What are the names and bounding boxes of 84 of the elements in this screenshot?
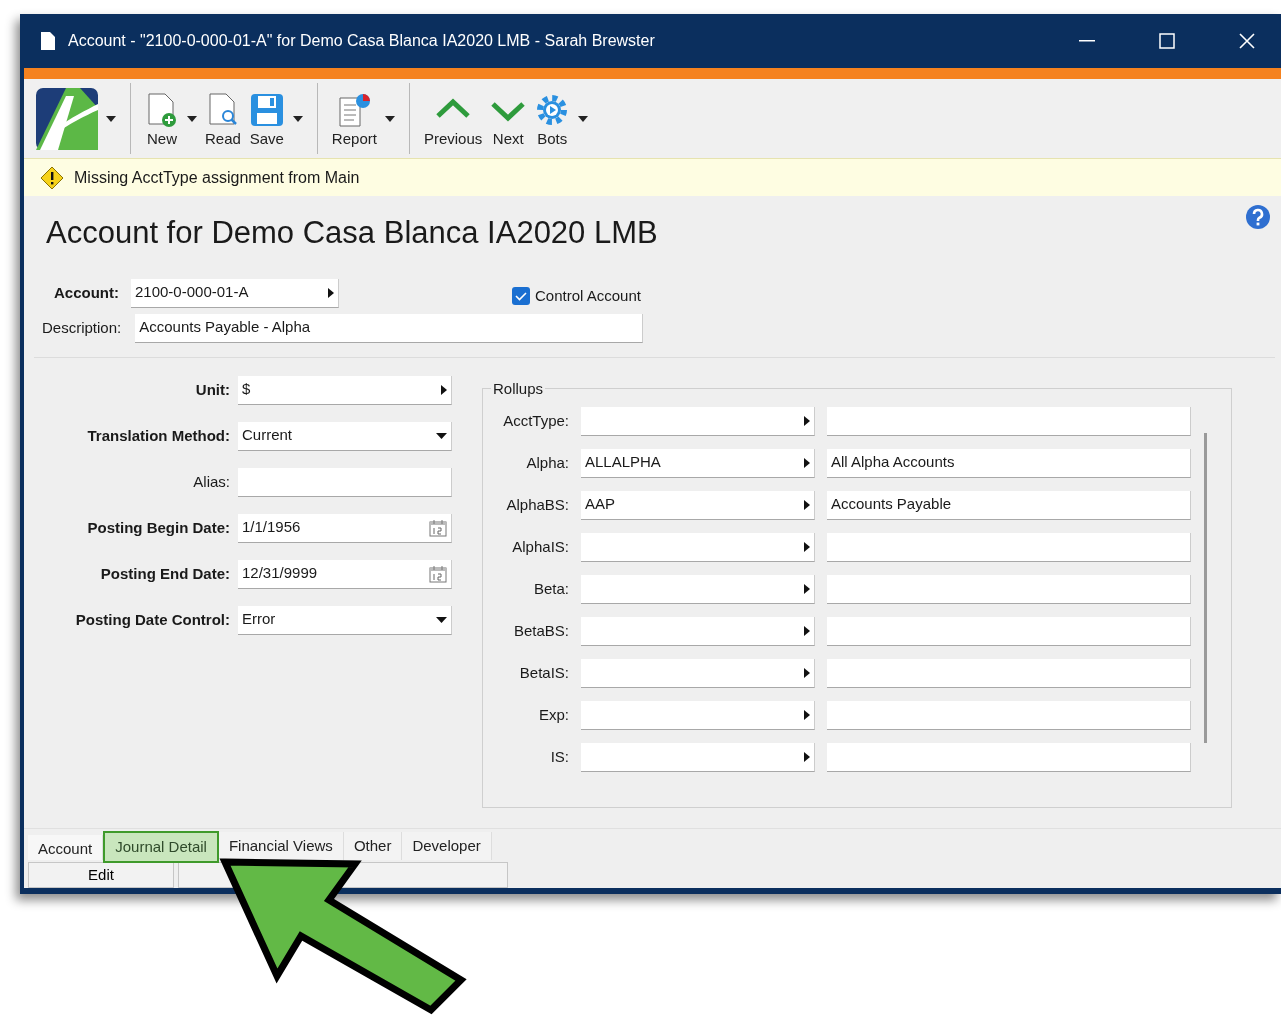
field-label: Posting Begin Date: [86, 517, 230, 538]
caret-right-icon [441, 384, 447, 395]
date-field[interactable]: 12/31/9999 [238, 559, 452, 589]
tab[interactable]: Journal Detail [103, 830, 219, 863]
field-label: Posting End Date: [99, 563, 230, 584]
field-label: IS: [549, 746, 569, 767]
caret-right-icon [804, 415, 810, 426]
caret-down-icon [187, 115, 197, 122]
report-button[interactable]: Report [327, 83, 381, 154]
report-icon [336, 91, 373, 128]
warning-message: Missing AcctType assignment from Main [74, 167, 360, 188]
new-document-icon [145, 91, 179, 128]
lookup-field[interactable]: $ [238, 375, 452, 405]
caret-right-icon [804, 625, 810, 636]
help-icon[interactable] [1245, 204, 1271, 230]
field-label: AlphaBS: [505, 494, 569, 515]
caret-down-icon [436, 616, 447, 623]
caret-down-icon [436, 432, 447, 439]
tab[interactable]: Developer [402, 831, 492, 860]
new-button[interactable]: New [141, 83, 183, 154]
lookup-field[interactable] [581, 532, 815, 562]
caret-down-icon [578, 115, 589, 122]
warning-icon [40, 165, 64, 190]
maximize-icon[interactable] [1159, 33, 1175, 49]
field-label: Posting Date Control: [74, 609, 230, 630]
caret-down-icon [384, 115, 395, 122]
tab[interactable]: Other [343, 831, 403, 860]
lookup-field[interactable] [581, 406, 815, 436]
lookup-field[interactable]: ALLALPHA [581, 448, 815, 478]
calendar-icon [429, 564, 447, 583]
lookup-field[interactable] [581, 616, 815, 646]
lookup-field[interactable] [581, 574, 815, 604]
caret-right-icon [804, 583, 810, 594]
lookup-field[interactable] [581, 742, 815, 772]
caret-right-icon [804, 457, 810, 468]
caret-down-icon [292, 115, 303, 122]
window-title: Account - "2100-0-000-01-A" for Demo Casa Blanca IA2020 LMB - Sarah Brewster [68, 31, 656, 51]
account-field[interactable]: 2100-0-000-01-A [131, 278, 339, 308]
field-label: Account: [54, 282, 119, 303]
field-label: AcctType: [502, 410, 569, 431]
save-button[interactable]: Save [244, 83, 289, 154]
read-button[interactable]: Read [201, 83, 245, 154]
edit-button[interactable]: Edit [28, 862, 174, 888]
text-field[interactable] [238, 467, 452, 497]
checkbox-label: Control Account [535, 285, 641, 306]
field-label: Exp: [538, 704, 569, 725]
lookup-field[interactable] [581, 700, 815, 730]
previous-button[interactable]: Previous [419, 83, 487, 154]
caret-down-icon [106, 115, 116, 122]
bots-button[interactable]: Bots [530, 83, 575, 154]
field-label: Description: [42, 317, 122, 338]
lookup-field[interactable] [581, 658, 815, 688]
checkbox[interactable] [511, 286, 531, 306]
caret-right-icon [804, 667, 810, 678]
document-icon [40, 31, 56, 51]
name-field: Accounts Payable [827, 490, 1191, 520]
caret-right-icon [804, 751, 810, 762]
scrollbar[interactable] [1204, 432, 1207, 743]
dropdown-field[interactable]: Current [238, 421, 452, 451]
field-label: Beta: [532, 578, 569, 599]
field-label: Translation Method: [86, 425, 230, 446]
next-button[interactable]: Next [486, 83, 531, 154]
caret-right-icon [804, 541, 810, 552]
caret-right-icon [328, 287, 334, 298]
field-label: BetaIS: [518, 662, 569, 683]
field-label: Unit: [194, 379, 230, 400]
caret-right-icon [804, 709, 810, 720]
name-field: All Alpha Accounts [827, 448, 1191, 478]
tab[interactable]: Account [28, 834, 104, 860]
date-field[interactable]: 1/1/1956 [238, 513, 452, 543]
field-label: BetaBS: [512, 620, 569, 641]
description-field[interactable]: Accounts Payable - Alpha [135, 313, 644, 343]
caret-right-icon [804, 499, 810, 510]
tab[interactable]: Financial Views [218, 831, 344, 860]
field-label: AlphaIS: [511, 536, 569, 557]
close-icon[interactable] [1239, 33, 1255, 49]
calendar-icon [429, 518, 447, 537]
field-label: Alpha: [525, 452, 569, 473]
lookup-field[interactable]: AAP [581, 490, 815, 520]
minimize-icon[interactable] [1079, 40, 1095, 42]
field-label: Alias: [192, 471, 230, 492]
page-heading: Account for Demo Casa Blanca IA2020 LMB [46, 214, 658, 252]
logo-icon[interactable] [36, 87, 98, 150]
dropdown-field[interactable]: Error [238, 605, 452, 635]
